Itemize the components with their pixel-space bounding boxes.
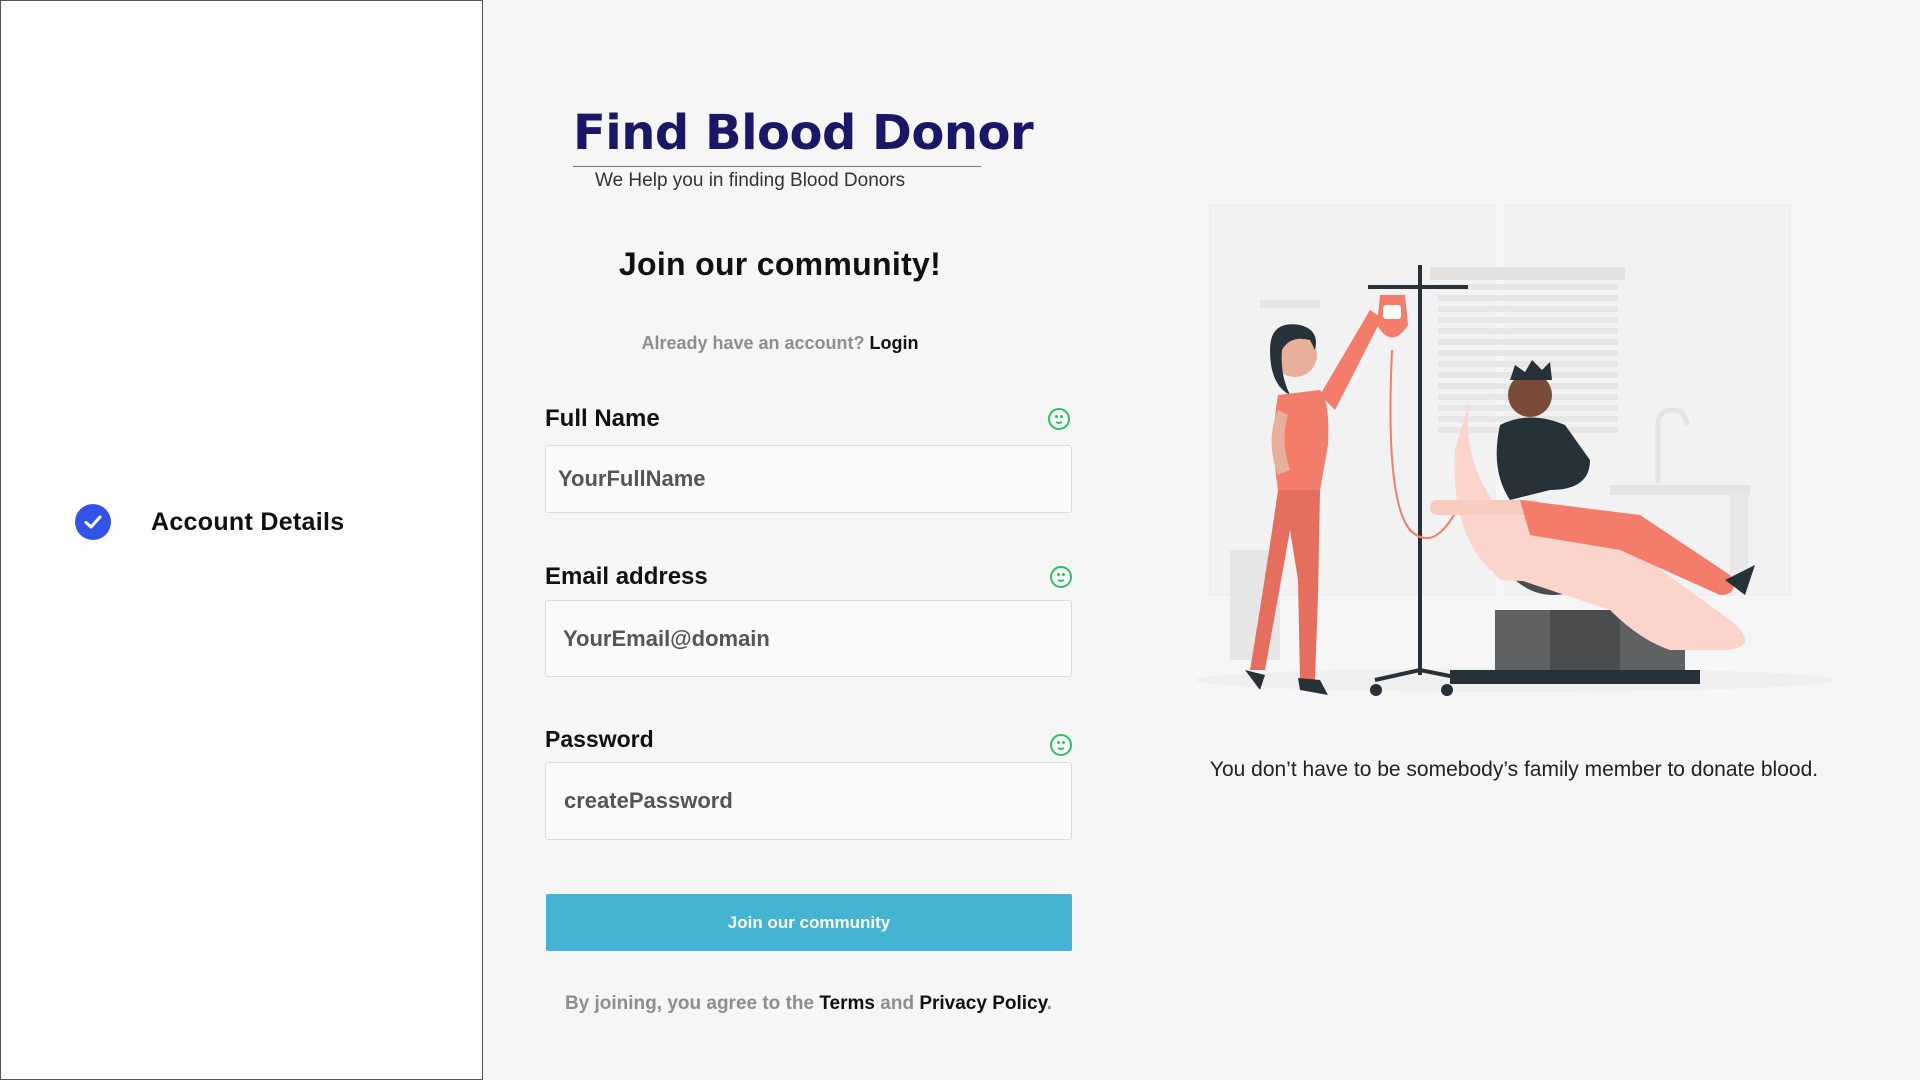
login-prompt-line: Already have an account? Login xyxy=(545,333,1015,354)
terms-notice: By joining, you agree to the Terms and P… xyxy=(545,993,1072,1015)
brand-title: Find Blood Donor xyxy=(573,105,1034,161)
terms-prefix: By joining, you agree to the xyxy=(564,993,815,1014)
smiley-icon xyxy=(1050,566,1072,588)
form-heading: Join our community! xyxy=(618,246,942,282)
smiley-icon xyxy=(1050,734,1072,756)
privacy-policy-link[interactable]: Privacy Policy xyxy=(919,993,1046,1014)
terms-link[interactable]: Terms xyxy=(819,993,875,1014)
full-name-input[interactable] xyxy=(545,445,1072,513)
illustration-caption: You don’t have to be somebody’s family m… xyxy=(1209,758,1819,781)
brand-tagline: We Help you in finding Blood Donors xyxy=(595,170,906,191)
terms-and: and xyxy=(880,993,915,1014)
email-input[interactable] xyxy=(545,600,1072,677)
check-circle-icon xyxy=(75,504,111,540)
smiley-icon xyxy=(1048,408,1070,430)
password-label: Password xyxy=(545,726,654,752)
blood-donation-illustration xyxy=(1195,204,1835,696)
brand-logo: Find Blood Donor We Help you in finding … xyxy=(573,105,1034,191)
join-community-button[interactable]: Join our community xyxy=(546,894,1072,951)
login-link[interactable]: Login xyxy=(870,333,919,353)
email-label: Email address xyxy=(545,563,708,590)
sidebar: Account Details xyxy=(0,0,483,1080)
full-name-label: Full Name xyxy=(545,405,660,432)
step-account-details[interactable]: Account Details xyxy=(75,504,344,540)
brand-divider xyxy=(573,166,981,167)
terms-suffix: . xyxy=(1046,993,1053,1014)
password-input[interactable] xyxy=(545,762,1072,840)
login-prompt-text: Already have an account? xyxy=(641,333,865,353)
step-label: Account Details xyxy=(151,507,345,536)
